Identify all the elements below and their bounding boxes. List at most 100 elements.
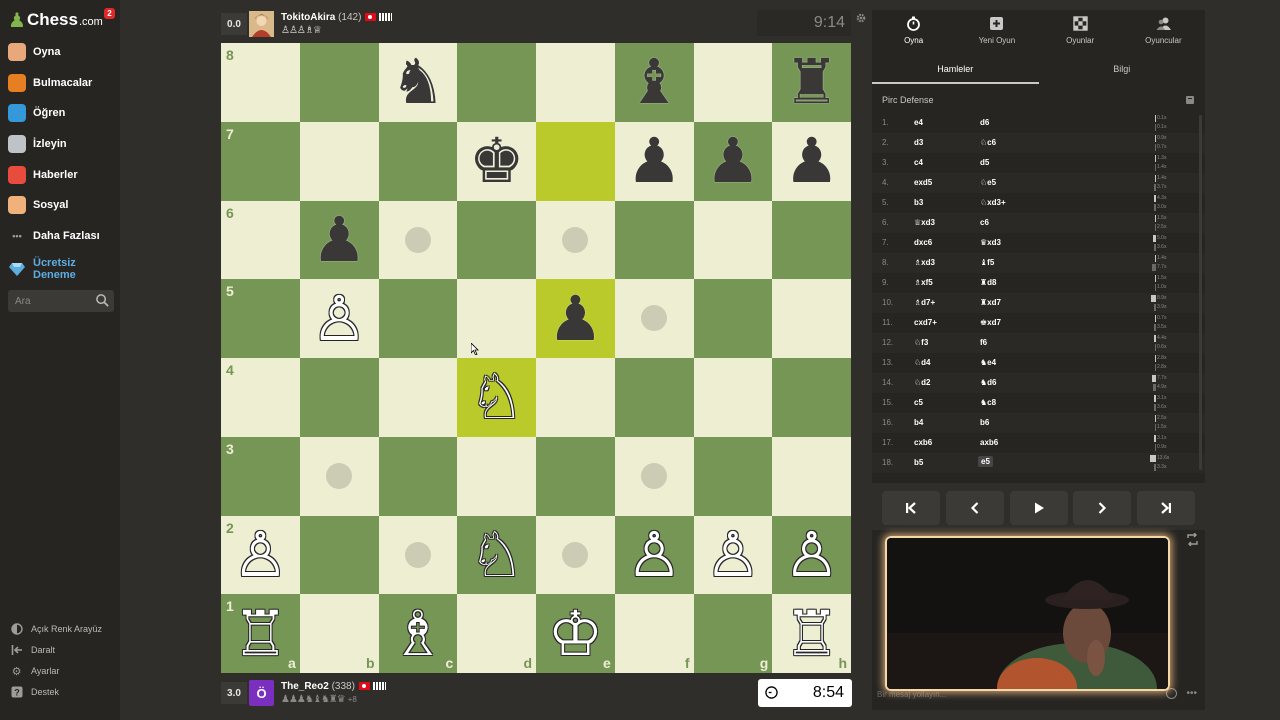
square-a4[interactable]: 4 <box>221 358 300 437</box>
play-button[interactable] <box>1010 491 1068 525</box>
square-f5[interactable] <box>614 279 694 358</box>
white-piece-f2[interactable]: ♙ <box>615 516 694 595</box>
tab-plus[interactable]: Yeni Oyun <box>955 10 1038 50</box>
black-move[interactable]: d5 <box>980 158 989 167</box>
white-piece-d4[interactable]: ♘ <box>457 358 536 437</box>
search-input[interactable]: Ara <box>8 290 114 312</box>
notification-badge[interactable]: 2 <box>104 8 115 19</box>
sidebar-item-6[interactable]: ••• Daha Fazlası <box>8 223 116 249</box>
square-a6[interactable]: 6 <box>221 200 300 280</box>
tab-info[interactable]: Bilgi <box>1039 56 1206 84</box>
black-piece-c8[interactable]: ♞ <box>379 43 458 122</box>
square-b5[interactable]: ♙ <box>299 279 379 358</box>
black-move[interactable]: ♘xd3+ <box>980 198 1006 207</box>
black-move[interactable]: ♞d6 <box>980 378 997 387</box>
black-piece-e5[interactable]: ♟ <box>536 279 615 358</box>
white-piece-b5[interactable]: ♙ <box>300 279 379 358</box>
next-move-button[interactable] <box>1073 491 1131 525</box>
support-button[interactable]: ? Destek <box>10 684 59 700</box>
square-e1[interactable]: e ♔ <box>536 594 615 673</box>
square-c7[interactable] <box>378 121 458 201</box>
white-move[interactable]: cxd7+ <box>914 318 937 327</box>
square-f8[interactable]: ♝ <box>614 43 694 122</box>
move-hint-dot[interactable] <box>562 541 588 568</box>
white-move[interactable]: ♘f3 <box>914 338 928 347</box>
square-b2[interactable] <box>299 515 379 595</box>
white-piece-e1[interactable]: ♔ <box>536 594 615 673</box>
black-move[interactable]: ♘e5 <box>980 178 996 187</box>
square-d4[interactable]: ♘ <box>457 358 536 437</box>
black-move[interactable]: ♜xd7 <box>980 298 1001 307</box>
square-b7[interactable] <box>299 121 379 201</box>
black-move[interactable]: ♜d8 <box>980 278 997 287</box>
sidebar-item-0[interactable]: Oyna <box>8 39 116 65</box>
square-c8[interactable]: ♞ <box>378 43 458 122</box>
square-g7[interactable]: ♟ <box>693 121 773 201</box>
square-c3[interactable] <box>378 436 458 516</box>
square-c4[interactable] <box>378 358 458 437</box>
square-c2[interactable] <box>378 515 458 595</box>
light-theme-toggle[interactable]: Açık Renk Arayüz <box>10 621 102 637</box>
move-hint-dot[interactable] <box>640 462 667 489</box>
square-b6[interactable]: ♟ <box>299 200 379 280</box>
square-e3[interactable] <box>536 436 615 516</box>
square-f3[interactable] <box>614 436 694 516</box>
tab-board[interactable]: Oyunlar <box>1039 10 1122 50</box>
black-move[interactable]: ♞e4 <box>980 358 996 367</box>
square-b4[interactable] <box>299 358 379 437</box>
square-e4[interactable] <box>536 358 615 437</box>
black-move[interactable]: ♝f5 <box>980 258 994 267</box>
square-e8[interactable] <box>536 43 615 122</box>
square-h7[interactable]: ♟ <box>772 121 851 201</box>
square-b8[interactable] <box>299 43 379 122</box>
square-f1[interactable]: f <box>614 594 694 673</box>
white-piece-g2[interactable]: ♙ <box>694 516 773 595</box>
square-h4[interactable] <box>772 358 851 437</box>
last-move-button[interactable] <box>1137 491 1195 525</box>
square-g6[interactable] <box>693 200 773 280</box>
chat-more-button[interactable]: ••• <box>1186 688 1197 699</box>
white-piece-a1[interactable]: ♖ <box>221 594 300 673</box>
bottom-player-name[interactable]: The_Reo2 <box>281 681 329 692</box>
opening-name[interactable]: Pirc Defense <box>882 95 934 105</box>
square-h8[interactable]: ♜ <box>772 43 851 122</box>
sidebar-item-3[interactable]: İzleyin <box>8 131 116 157</box>
tab-moves[interactable]: Hamleler <box>872 56 1039 84</box>
flip-board-icon[interactable] <box>1186 533 1199 546</box>
top-player-avatar[interactable] <box>249 11 274 37</box>
white-move[interactable]: ♗xd3 <box>914 258 935 267</box>
top-player-name-row[interactable]: TokitoAkira (142) <box>281 12 393 23</box>
white-piece-a2[interactable]: ♙ <box>221 516 300 595</box>
square-g1[interactable]: g <box>693 594 773 673</box>
search-icon[interactable] <box>95 293 110 308</box>
book-icon[interactable] <box>1185 95 1195 105</box>
tab-stopwatch[interactable]: Oyna <box>872 10 955 50</box>
sidebar-item-5[interactable]: Sosyal <box>8 192 116 218</box>
black-move[interactable]: c6 <box>980 218 989 227</box>
square-c1[interactable]: c ♗ <box>378 594 458 673</box>
move-hint-dot[interactable] <box>404 541 431 568</box>
square-d1[interactable]: d <box>457 594 536 673</box>
settings-button[interactable]: ⚙ Ayarlar <box>10 663 60 679</box>
black-move[interactable]: d6 <box>980 118 989 127</box>
first-move-button[interactable] <box>882 491 940 525</box>
move-hint-dot[interactable] <box>404 226 431 253</box>
black-piece-b6[interactable]: ♟ <box>300 201 379 280</box>
white-piece-c1[interactable]: ♗ <box>379 594 458 673</box>
square-f7[interactable]: ♟ <box>614 121 694 201</box>
square-c5[interactable] <box>378 279 458 358</box>
chesscom-logo[interactable]: ♟ Chess .com <box>8 8 103 32</box>
black-piece-g7[interactable]: ♟ <box>694 122 773 201</box>
square-b3[interactable] <box>299 436 379 516</box>
square-a2[interactable]: 2 ♙ <box>221 515 300 595</box>
black-move[interactable]: e5 <box>978 456 993 467</box>
square-g5[interactable] <box>693 279 773 358</box>
square-g3[interactable] <box>693 436 773 516</box>
white-piece-d2[interactable]: ♘ <box>457 516 536 595</box>
black-piece-f7[interactable]: ♟ <box>615 122 694 201</box>
square-e5[interactable]: ♟ <box>536 279 615 358</box>
collapse-button[interactable]: Daralt <box>10 642 55 658</box>
square-e7[interactable] <box>536 121 615 201</box>
move-list-scrollbar[interactable] <box>1199 115 1202 470</box>
square-h5[interactable] <box>772 279 851 358</box>
